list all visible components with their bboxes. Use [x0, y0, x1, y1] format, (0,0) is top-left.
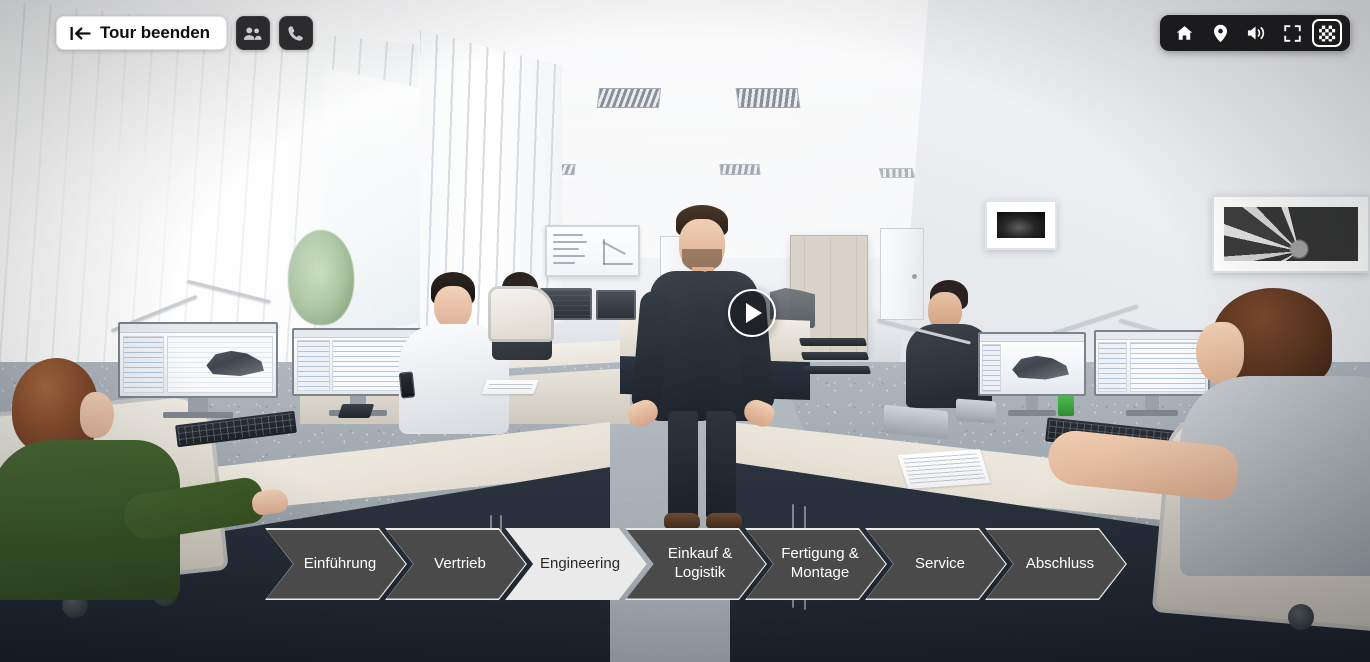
person-engineer-right — [1045, 288, 1370, 588]
paper-tray-right — [802, 366, 872, 374]
station-tab-label: Abschluss — [1025, 554, 1095, 572]
cad-model — [1012, 355, 1069, 380]
station-tab-label: Fertigung & Montage — [781, 545, 859, 581]
fullscreen-icon — [1283, 24, 1301, 42]
station-tab-label: Service — [914, 554, 966, 572]
exit-tour-button[interactable]: Tour beenden — [56, 16, 227, 50]
wall-picture-large — [1212, 195, 1370, 273]
app-sidebar — [296, 340, 330, 392]
scenes-button[interactable]: Szenen — [1312, 19, 1342, 47]
skip-to-start-icon — [70, 26, 91, 40]
monitor-screen — [596, 290, 636, 320]
monitor-screen — [118, 322, 278, 398]
smartphone-prop — [398, 371, 416, 399]
whiteboard-sketch — [553, 248, 579, 250]
monitor-base — [162, 412, 234, 418]
person-face — [1196, 322, 1244, 384]
app-sidebar — [982, 343, 1001, 392]
whiteboard-diagram — [602, 241, 626, 255]
station-tab-label: Einkauf & Logistik — [667, 545, 733, 581]
app-toolbar — [980, 334, 1084, 342]
app-toolbar — [294, 330, 422, 339]
machine-part-green — [1058, 394, 1074, 416]
monitor-screen — [978, 332, 1086, 396]
presenter-leg-left — [668, 411, 698, 519]
checkerboard-icon — [1318, 25, 1335, 41]
volume-icon — [1247, 26, 1264, 40]
top-left-controls: Tour beenden Teilnehmer Anruf — [56, 16, 313, 50]
paper-tray-right — [800, 352, 870, 360]
notebook-left — [481, 380, 539, 394]
exit-tour-label: Tour beenden — [100, 23, 210, 42]
chair-wheel — [1288, 604, 1314, 630]
play-icon — [746, 303, 762, 323]
office-chair-mid — [488, 286, 554, 342]
monitor-left-1 — [118, 322, 278, 418]
monitor-base — [1126, 410, 1178, 416]
presenter-leg-right — [706, 411, 736, 519]
monitor-stand — [1145, 396, 1159, 411]
sound-button[interactable]: Ton — [1240, 19, 1272, 47]
viewer-control-bar: Home Karte Ton — [1160, 15, 1350, 51]
ceiling-light — [878, 168, 916, 178]
whiteboard-sketch — [553, 234, 583, 236]
app-text-lines — [124, 336, 163, 393]
door-knob — [912, 274, 917, 279]
app-sidebar — [123, 335, 164, 394]
wall-picture-small — [985, 200, 1057, 250]
whiteboard-sketch — [553, 262, 575, 264]
documents-right — [897, 449, 991, 489]
ceiling-light — [719, 164, 761, 175]
station-tab-label: Einführung — [303, 554, 377, 572]
participants-button[interactable]: Teilnehmer — [235, 16, 270, 50]
whiteboard-sketch — [553, 241, 587, 243]
presenter-shoe-left — [664, 513, 700, 529]
map-button[interactable]: Karte — [1204, 19, 1236, 47]
app-sidebar — [1098, 341, 1128, 392]
app-text-lines — [1099, 342, 1127, 391]
home-button[interactable]: Home — [1168, 19, 1200, 47]
presenter-avatar[interactable] — [624, 205, 778, 535]
cabinet-handle — [792, 503, 794, 531]
tour-viewer[interactable]: Video abspielen Tour beenden Teilnehmer — [0, 0, 1370, 662]
map-pin-icon — [1213, 24, 1227, 42]
station-tab-label: Engineering — [539, 554, 621, 572]
fullscreen-button[interactable]: Vollbild — [1276, 19, 1308, 47]
desk-tray-left — [337, 404, 375, 418]
monitor-stand — [1025, 396, 1039, 411]
people-icon — [244, 27, 262, 40]
door-back-right — [880, 228, 924, 320]
station-tab-label: Vertrieb — [434, 554, 486, 572]
picture-image — [1224, 207, 1358, 261]
ceiling-light — [735, 88, 801, 108]
phone-icon — [288, 25, 304, 41]
monitor-stand — [188, 398, 208, 413]
app-text-lines — [297, 341, 329, 391]
app-toolbar — [120, 324, 276, 334]
whiteboard-sketch — [553, 255, 585, 257]
call-button[interactable]: Anruf — [278, 16, 313, 50]
monitor-base — [1008, 410, 1056, 416]
monitor-back-2 — [596, 290, 636, 320]
home-icon — [1176, 26, 1192, 40]
person-face — [80, 392, 114, 438]
paper-tray-right — [798, 338, 868, 346]
whiteboard-diagram — [603, 263, 633, 265]
whiteboard — [545, 225, 640, 277]
person-hand — [250, 487, 290, 517]
ceiling-light — [596, 88, 662, 108]
tree-outside-window — [288, 230, 354, 325]
picture-image — [997, 212, 1045, 238]
play-button[interactable]: Video abspielen — [728, 289, 776, 337]
tape-dispenser — [956, 398, 996, 424]
presenter-shoe-right — [706, 513, 742, 529]
monitor-right-cad — [978, 332, 1086, 416]
app-text-lines — [983, 344, 1000, 391]
